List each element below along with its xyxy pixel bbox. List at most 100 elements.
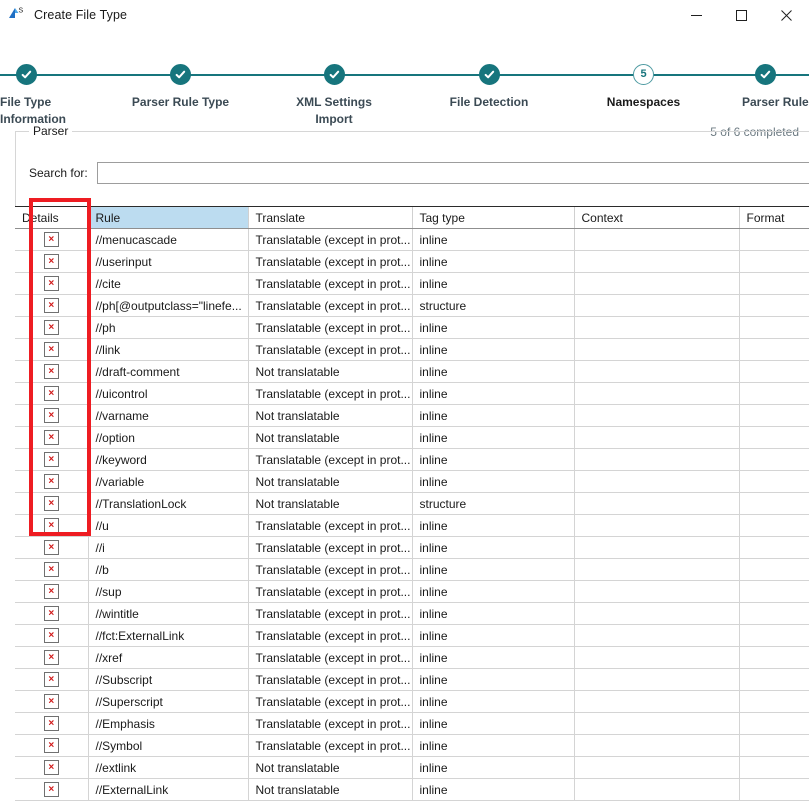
wizard-step-parser-rules[interactable]: Parser Rules (742, 64, 809, 111)
details-remove-button[interactable]: × (43, 276, 59, 292)
table-row[interactable]: × //varname Not translatable inline (15, 404, 809, 427)
cell-tag-type: inline (412, 558, 575, 581)
column-header-tag-type[interactable]: Tag type (412, 207, 575, 229)
table-row[interactable]: × //Emphasis Translatable (except in prot.… (15, 712, 809, 735)
column-header-format[interactable]: Format (739, 207, 809, 229)
cell-tag-type: inline (412, 734, 575, 757)
table-row[interactable]: × //i Translatable (except in prot... inlin… (15, 536, 809, 559)
table-row[interactable]: × //ph Translatable (except in prot... inli… (15, 316, 809, 339)
cell-translate: Translatable (except in prot... (248, 514, 413, 537)
details-remove-button[interactable]: × (43, 232, 59, 248)
cell-format (739, 536, 809, 559)
cell-translate: Translatable (except in prot... (248, 580, 413, 603)
cell-rule: //ph[@outputclass="linefe... (88, 294, 249, 317)
table-row[interactable]: × //Symbol Translatable (except in prot...… (15, 734, 809, 757)
details-remove-button[interactable]: × (43, 342, 59, 358)
cell-translate: Translatable (except in prot... (248, 712, 413, 735)
details-remove-button[interactable]: × (43, 254, 59, 270)
table-row[interactable]: × //link Translatable (except in prot... in… (15, 338, 809, 361)
close-button[interactable] (764, 0, 809, 30)
table-row[interactable]: × //option Not translatable inline (15, 426, 809, 449)
details-remove-button[interactable]: × (43, 364, 59, 380)
details-remove-button[interactable]: × (43, 694, 59, 710)
wizard-step-xml-settings-import[interactable]: XML Settings Import (276, 64, 392, 128)
table-row[interactable]: × //keyword Translatable (except in prot..… (15, 448, 809, 471)
cell-rule: //uicontrol (88, 382, 249, 405)
wizard-step-file-type-information[interactable]: File Type Information (0, 64, 76, 128)
cell-rule: //Superscript (88, 690, 249, 713)
table-row[interactable]: × //extlink Not translatable inline (15, 756, 809, 779)
cell-format (739, 734, 809, 757)
details-cell: × (15, 338, 89, 361)
details-remove-button[interactable]: × (43, 540, 59, 556)
details-remove-button[interactable]: × (43, 584, 59, 600)
table-row[interactable]: × //variable Not translatable inline (15, 470, 809, 493)
details-remove-button[interactable]: × (43, 716, 59, 732)
table-row[interactable]: × //userinput Translatable (except in prot… (15, 250, 809, 273)
table-row[interactable]: × //TranslationLock Not translatable struct… (15, 492, 809, 515)
cell-rule: //sup (88, 580, 249, 603)
wizard-step-file-detection[interactable]: File Detection (445, 64, 533, 111)
details-remove-button[interactable]: × (43, 496, 59, 512)
details-remove-button[interactable]: × (43, 672, 59, 688)
wizard-step-namespaces[interactable]: 5 Namespaces (595, 64, 692, 111)
cell-format (739, 580, 809, 603)
close-icon: × (48, 585, 55, 597)
cell-rule: //extlink (88, 756, 249, 779)
details-remove-button[interactable]: × (43, 628, 59, 644)
search-row: Search for: (29, 161, 809, 185)
details-remove-button[interactable]: × (43, 430, 59, 446)
cell-context (574, 470, 740, 493)
cell-format (739, 316, 809, 339)
cell-translate: Translatable (except in prot... (248, 734, 413, 757)
column-header-details[interactable]: Details (15, 207, 89, 229)
table-row[interactable]: × //fct:ExternalLink Translatable (except … (15, 624, 809, 647)
details-remove-button[interactable]: × (43, 298, 59, 314)
table-row[interactable]: × //Superscript Translatable (except in pr… (15, 690, 809, 713)
table-row[interactable]: × //u Translatable (except in prot... inlin… (15, 514, 809, 537)
table-row[interactable]: × //ph[@outputclass="linefe... Translatabl… (15, 294, 809, 317)
table-row[interactable]: × //xref Translatable (except in prot... in… (15, 646, 809, 669)
window-title: Create File Type (34, 8, 128, 22)
wizard-step-parser-rule-type[interactable]: Parser Rule Type (130, 64, 231, 111)
cell-context (574, 602, 740, 625)
cell-tag-type: inline (412, 668, 575, 691)
maximize-button[interactable] (719, 0, 764, 30)
table-row[interactable]: × //menucascade Translatable (except in pr… (15, 228, 809, 251)
table-row[interactable]: × //uicontrol Translatable (except in prot… (15, 382, 809, 405)
details-remove-button[interactable]: × (43, 320, 59, 336)
table-row[interactable]: × //ExternalLink Not translatable inline (15, 778, 809, 801)
search-input[interactable] (96, 162, 809, 184)
close-icon: × (48, 343, 55, 355)
table-row[interactable]: × //draft-comment Not translatable inline (15, 360, 809, 383)
details-remove-button[interactable]: × (43, 562, 59, 578)
column-header-translate[interactable]: Translate (248, 207, 413, 229)
cell-rule: //ph (88, 316, 249, 339)
details-remove-button[interactable]: × (43, 606, 59, 622)
column-header-rule[interactable]: Rule (88, 207, 249, 229)
details-remove-button[interactable]: × (43, 650, 59, 666)
cell-translate: Not translatable (248, 426, 413, 449)
details-remove-button[interactable]: × (43, 386, 59, 402)
table-row[interactable]: × //b Translatable (except in prot... inlin… (15, 558, 809, 581)
table-row[interactable]: × //sup Translatable (except in prot... inl… (15, 580, 809, 603)
wizard-step-label: Parser Rule Type (131, 95, 230, 109)
details-remove-button[interactable]: × (43, 782, 59, 798)
details-remove-button[interactable]: × (43, 518, 59, 534)
details-remove-button[interactable]: × (43, 474, 59, 490)
table-row[interactable]: × //cite Translatable (except in prot... in… (15, 272, 809, 295)
table-row[interactable]: × //Subscript Translatable (except in prot… (15, 668, 809, 691)
minimize-button[interactable] (674, 0, 719, 30)
details-remove-button[interactable]: × (43, 738, 59, 754)
step-current-number: 5 (633, 64, 654, 85)
trados-studio-icon: S (7, 5, 29, 25)
column-header-context[interactable]: Context (574, 207, 740, 229)
close-icon: × (48, 497, 55, 509)
details-remove-button[interactable]: × (43, 760, 59, 776)
table-row[interactable]: × //wintitle Translatable (except in prot.… (15, 602, 809, 625)
cell-format (739, 602, 809, 625)
details-remove-button[interactable]: × (43, 452, 59, 468)
cell-context (574, 316, 740, 339)
details-remove-button[interactable]: × (43, 408, 59, 424)
cell-format (739, 448, 809, 471)
